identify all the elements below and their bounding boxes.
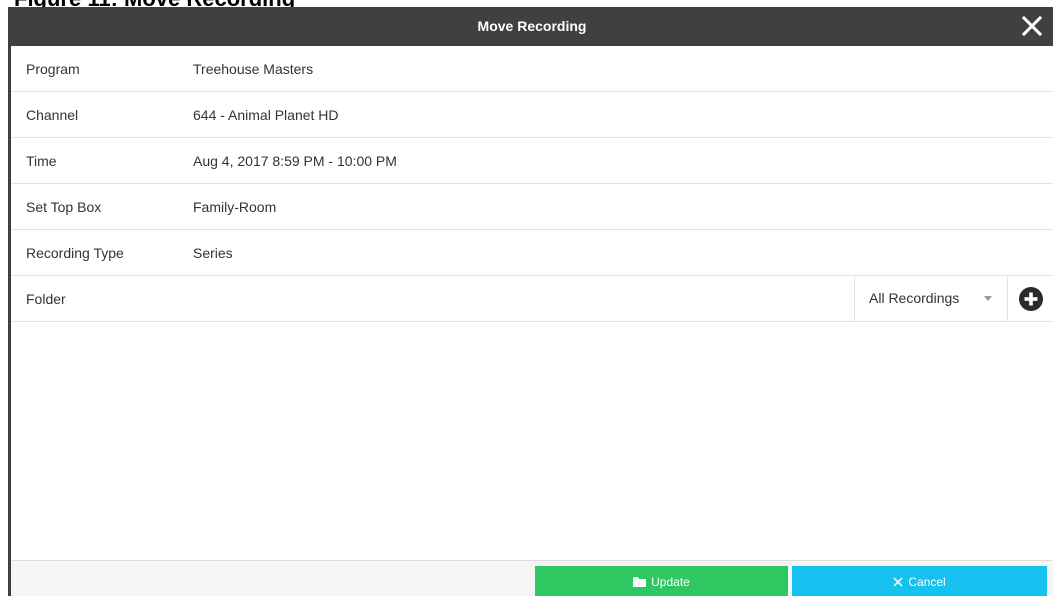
folder-select[interactable]: All Recordings bbox=[854, 276, 1008, 321]
row-label: Time bbox=[26, 153, 57, 169]
row-channel: Channel 644 - Animal Planet HD bbox=[11, 92, 1053, 138]
update-button-label: Update bbox=[651, 574, 690, 589]
row-program: Program Treehouse Masters bbox=[11, 46, 1053, 92]
cancel-button-label: Cancel bbox=[908, 574, 946, 589]
details-list: Program Treehouse Masters Channel 644 - … bbox=[11, 46, 1053, 322]
close-icon bbox=[893, 576, 903, 587]
move-recording-dialog: Move Recording Program Treehouse Masters… bbox=[8, 7, 1053, 596]
row-time: Time Aug 4, 2017 8:59 PM - 10:00 PM bbox=[11, 138, 1053, 184]
row-label: Recording Type bbox=[26, 245, 124, 261]
dialog-footer: Update Cancel bbox=[11, 560, 1053, 596]
row-label: Set Top Box bbox=[26, 199, 102, 215]
close-button[interactable] bbox=[1021, 15, 1043, 37]
row-value: Series bbox=[193, 245, 233, 261]
folder-icon bbox=[633, 576, 647, 587]
dialog-titlebar: Move Recording bbox=[11, 7, 1053, 46]
page: Figure 11: Move Recording Move Recording… bbox=[0, 0, 1053, 596]
folder-label: Folder bbox=[26, 291, 66, 307]
dialog-title: Move Recording bbox=[477, 18, 587, 34]
row-value: 644 - Animal Planet HD bbox=[193, 107, 339, 123]
row-value: Family-Room bbox=[193, 199, 277, 215]
row-label: Channel bbox=[26, 107, 79, 123]
row-label: Program bbox=[26, 61, 80, 77]
chevron-down-icon bbox=[984, 296, 992, 301]
row-value: Aug 4, 2017 8:59 PM - 10:00 PM bbox=[193, 153, 397, 169]
plus-circle-icon bbox=[1019, 287, 1043, 311]
row-recording-type: Recording Type Series bbox=[11, 230, 1053, 276]
cancel-button[interactable]: Cancel bbox=[792, 566, 1047, 596]
row-value: Treehouse Masters bbox=[193, 61, 314, 77]
folder-select-value: All Recordings bbox=[869, 290, 960, 306]
add-folder-button[interactable] bbox=[1019, 287, 1043, 311]
update-button[interactable]: Update bbox=[535, 566, 788, 596]
row-set-top-box: Set Top Box Family-Room bbox=[11, 184, 1053, 230]
row-folder: Folder All Recordings bbox=[11, 276, 1053, 322]
close-icon bbox=[1021, 15, 1043, 37]
